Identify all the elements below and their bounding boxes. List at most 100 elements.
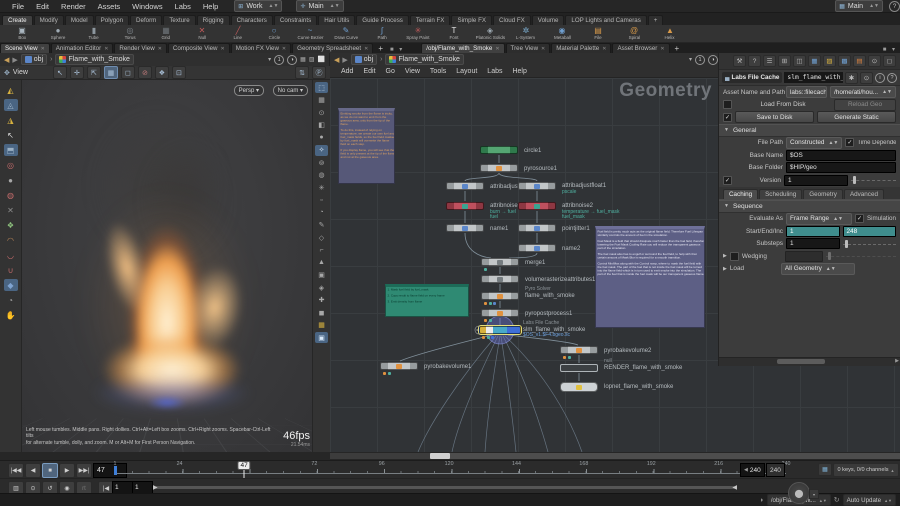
tab-asset-browser[interactable]: Asset Browser ✕ — [612, 43, 670, 53]
frame-end-field[interactable]: ◀ 240 — [740, 463, 765, 477]
net-menu-go[interactable]: Go — [381, 68, 400, 75]
menu-help[interactable]: Help — [197, 2, 224, 11]
load-from-disk-checkbox[interactable] — [723, 100, 732, 110]
display-option-icon-1[interactable]: ▦ — [315, 95, 328, 106]
badge-1-icon[interactable]: 1 — [274, 54, 285, 65]
display-option-icon-10[interactable]: ◔ — [315, 207, 328, 218]
gear-icon[interactable]: ✱ — [845, 71, 858, 84]
param-tab-advanced[interactable]: Advanced — [843, 188, 884, 199]
display-option-icon-0[interactable]: ⬚ — [315, 82, 328, 93]
net-forward-icon[interactable]: ▶ — [342, 56, 347, 64]
timeline-ruler[interactable]: 47 124487296120144168192216240 — [114, 461, 790, 478]
net-badge-1-icon[interactable]: 1 — [695, 54, 705, 65]
tab-scene-view[interactable]: Scene View ✕ — [0, 43, 50, 53]
net-menu-layout[interactable]: Layout — [451, 68, 482, 75]
node-pointjitter1[interactable]: pointjitter1 — [518, 224, 590, 232]
shelf-tab-modify[interactable]: Modify — [33, 15, 64, 25]
scene-tool-icon-1[interactable]: ◬ — [3, 99, 18, 111]
scene-tool-icon-7[interactable]: ◍ — [4, 189, 18, 201]
shelf-tool-font[interactable]: T Font — [436, 25, 472, 42]
generate-static-button[interactable]: Generate Static — [817, 111, 896, 124]
node-slm_flame_with_smoke[interactable]: Labs File Cache slm_flame_with_smoke $OS_v… — [479, 320, 585, 339]
scene-tool-icon-13[interactable]: ◆ — [3, 279, 18, 291]
net-menu-labs[interactable]: Labs — [482, 68, 507, 75]
display-option-icon-7[interactable]: ◍ — [315, 170, 328, 181]
pane-options-icons[interactable]: ■ ▾ — [387, 46, 407, 53]
node-pyrobakevolume2[interactable]: pyrobakevolume2 — [560, 346, 651, 359]
shelf-tab-simple-fx[interactable]: Simple FX — [451, 15, 492, 25]
path-root-chip[interactable]: obj — [20, 54, 48, 65]
play-reverse-button[interactable]: ◀ — [25, 463, 41, 478]
tab-motion-fx-view[interactable]: Motion FX View ✕ — [230, 43, 292, 53]
move-pivot-icon[interactable]: ✛ — [69, 66, 84, 79]
shelf-tab-rigging[interactable]: Rigging — [196, 15, 230, 25]
new-tab-button[interactable]: + — [374, 44, 387, 53]
play-button[interactable]: ▶ — [59, 463, 75, 478]
close-icon[interactable]: ✕ — [602, 46, 606, 52]
shelf-tab-texture[interactable]: Texture — [163, 15, 196, 25]
close-icon[interactable]: ✕ — [282, 46, 286, 52]
display-option-icon-6[interactable]: ⊚ — [315, 157, 328, 168]
shelf-tool-torus[interactable]: ◎ Torus — [112, 25, 148, 42]
layout-split-icon[interactable]: ⇅ — [295, 66, 309, 79]
scene-tool-icon-0[interactable]: ◭ — [4, 84, 18, 96]
scene-tool-icon-15[interactable]: ✋ — [4, 309, 18, 321]
close-icon[interactable]: ✕ — [364, 46, 368, 52]
display-option-icon-8[interactable]: ✳ — [315, 182, 328, 193]
menu-render[interactable]: Render — [55, 2, 92, 11]
reload-geometry-button[interactable]: Reload Geo — [834, 98, 896, 111]
display-option-icon-13[interactable]: ⌐ — [315, 245, 328, 256]
refresh-icon[interactable]: ↻ — [834, 496, 840, 504]
scene-tool-icon-11[interactable]: ◡ — [4, 249, 18, 261]
load-expander[interactable]: ▶ — [723, 266, 727, 272]
info-icon[interactable]: i — [875, 72, 885, 83]
range-slider[interactable]: ▶ ◀ — [153, 485, 737, 491]
search-icon[interactable]: ⊙ — [868, 55, 881, 67]
net-menu-add[interactable]: Add — [336, 68, 358, 75]
wrench-icon[interactable]: ⚒ — [733, 55, 746, 67]
shelf-tab-lop-lights-and-cameras[interactable]: LOP Lights and Cameras — [565, 15, 647, 25]
base-name-field[interactable]: $OS — [786, 149, 896, 161]
stop-button[interactable]: ■ — [42, 463, 58, 478]
scene-tool-icon-9[interactable]: ❖ — [4, 219, 18, 231]
snapshot-icon[interactable]: ▦ — [300, 56, 306, 63]
close-icon[interactable]: ✕ — [221, 46, 225, 52]
shelf-tool-line[interactable]: ╱ Line — [220, 25, 256, 42]
white-square-icon[interactable]: ⬜ — [318, 56, 325, 63]
shelf-tab-volume[interactable]: Volume — [531, 15, 565, 25]
display-option-icon-5[interactable]: ✧ — [315, 144, 328, 156]
menu-labs[interactable]: Labs — [169, 2, 197, 11]
shelf-tab-create[interactable]: Create — [2, 15, 33, 25]
display-option-icon-20[interactable]: ▣ — [315, 332, 328, 343]
expand-icon[interactable]: ◻ — [883, 55, 896, 67]
shelf-tool-spiral[interactable]: @ Spiral — [616, 25, 652, 42]
substeps-field[interactable]: 1 — [786, 238, 840, 250]
go-start-button[interactable]: |◀◀ — [8, 463, 24, 478]
display-option-icon-9[interactable]: ▫ — [315, 195, 328, 206]
close-icon[interactable]: ✕ — [104, 46, 108, 52]
shelf-tab-guide-process[interactable]: Guide Process — [356, 15, 409, 25]
asset-path-dropdown[interactable]: /home/ati/hou... ▲▼ — [830, 86, 896, 99]
key-options-icon[interactable]: ▾ — [809, 489, 819, 499]
shelf-tool-grid[interactable]: ▦ Grid — [148, 25, 184, 42]
wedging-expander[interactable]: ▶ — [723, 253, 727, 259]
help-icon[interactable]: ? — [748, 55, 761, 67]
display-option-icon-16[interactable]: ◈ — [315, 282, 328, 293]
node-lopnet_flame_with_smoke[interactable]: lopnet_flame_with_smoke — [560, 382, 673, 392]
node-attribnoise2[interactable]: attribnoise2 temperature → fuel_mask fuel_… — [518, 202, 620, 220]
menu-windows[interactable]: Windows — [126, 2, 168, 11]
scene-selector[interactable]: ✛ Main ▲▼ — [296, 0, 344, 12]
net-menu-view[interactable]: View — [400, 68, 425, 75]
sequence-section-header[interactable]: ▼ Sequence — [719, 199, 900, 213]
viewport-3d[interactable]: Persp ▾ No cam ▾ Left mouse tumbles. Mid… — [22, 80, 312, 452]
range-start-field-2[interactable]: 1 — [132, 480, 153, 494]
key-button[interactable]: ⬤ — [788, 482, 810, 504]
list-icon[interactable]: ☰ — [763, 55, 776, 67]
node-volumerasterizeattributes1[interactable]: volumerasterizeattributes1 — [481, 275, 595, 283]
tab-animation-editor[interactable]: Animation Editor ✕ — [50, 43, 114, 53]
motionfx-icon[interactable]: ▩ — [838, 55, 851, 67]
shade-icon[interactable]: ❖ — [154, 66, 169, 79]
close-icon[interactable]: ✕ — [41, 46, 45, 52]
tab-tree-view[interactable]: Tree View ✕ — [505, 43, 551, 53]
camera-selector[interactable]: No cam ▾ — [272, 85, 308, 96]
